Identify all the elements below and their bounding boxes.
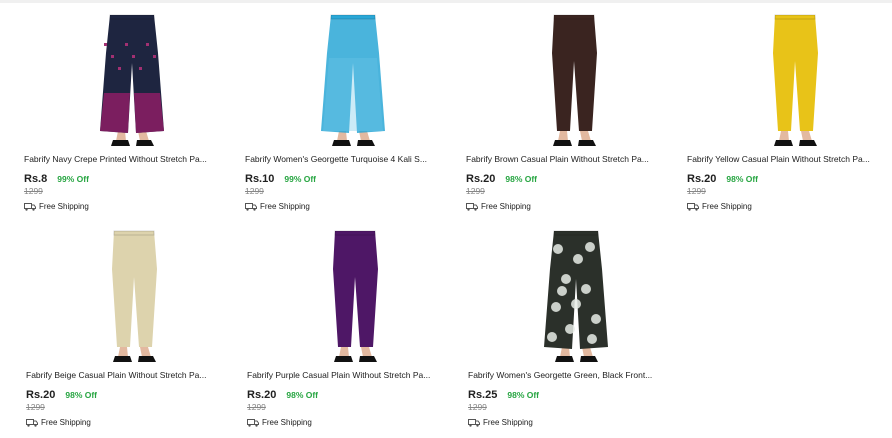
product-card[interactable]: Fabrify Purple Casual Plain Without Stre…: [245, 219, 460, 431]
pant-shape: [773, 15, 818, 131]
product-title[interactable]: Fabrify Navy Crepe Printed Without Stret…: [24, 154, 224, 164]
product-price: Rs.20: [687, 173, 717, 185]
discount-badge: 98% Off: [726, 174, 759, 184]
truck-icon: [245, 202, 257, 211]
shipping-label: Free Shipping: [483, 418, 533, 427]
price-row: Rs.25 98% Off: [468, 385, 539, 403]
product-image[interactable]: [466, 229, 681, 365]
price-row: Rs.10 99% Off: [245, 169, 316, 187]
product-card[interactable]: Fabrify Beige Casual Plain Without Stret…: [24, 219, 239, 431]
product-card[interactable]: Fabrify Brown Casual Plain Without Stret…: [464, 3, 679, 215]
truck-icon: [26, 418, 38, 427]
discount-badge: 99% Off: [57, 174, 89, 184]
pant-shape: [333, 231, 378, 347]
truck-icon: [687, 202, 699, 211]
product-title[interactable]: Fabrify Women's Georgette Green, Black F…: [468, 370, 668, 380]
product-image[interactable]: [464, 13, 679, 149]
discount-badge: 98% Off: [507, 390, 540, 400]
price-row: Rs.20 98% Off: [247, 385, 318, 403]
shipping-info: Free Shipping: [26, 418, 91, 427]
original-price: 1299: [24, 186, 43, 196]
shipping-label: Free Shipping: [702, 202, 752, 211]
discount-badge: 98% Off: [286, 390, 319, 400]
shipping-info: Free Shipping: [247, 418, 312, 427]
truck-icon: [468, 418, 480, 427]
product-image[interactable]: [22, 13, 237, 149]
pant-shape: [552, 15, 597, 131]
discount-badge: 98% Off: [65, 390, 98, 400]
product-price: Rs.25: [468, 389, 498, 401]
product-image[interactable]: [685, 13, 892, 149]
shipping-label: Free Shipping: [39, 202, 89, 211]
shipping-info: Free Shipping: [466, 202, 531, 211]
shipping-label: Free Shipping: [481, 202, 531, 211]
product-card[interactable]: Fabrify Yellow Casual Plain Without Stre…: [685, 3, 892, 215]
original-price: 1299: [687, 186, 706, 196]
price-row: Rs.20 98% Off: [466, 169, 537, 187]
original-price: 1299: [247, 402, 266, 412]
price-row: Rs.20 98% Off: [687, 169, 758, 187]
product-price: Rs.20: [247, 389, 277, 401]
product-image[interactable]: [243, 13, 458, 149]
price-row: Rs.20 98% Off: [26, 385, 97, 403]
original-price: 1299: [466, 186, 485, 196]
product-price: Rs.20: [466, 173, 496, 185]
product-image[interactable]: [245, 229, 460, 365]
product-title[interactable]: Fabrify Women's Georgette Turquoise 4 Ka…: [245, 154, 445, 164]
product-card[interactable]: Fabrify Women's Georgette Turquoise 4 Ka…: [243, 3, 458, 215]
truck-icon: [24, 202, 36, 211]
product-image[interactable]: [24, 229, 239, 365]
original-price: 1299: [26, 402, 45, 412]
shipping-info: Free Shipping: [245, 202, 310, 211]
discount-badge: 99% Off: [284, 174, 317, 184]
product-title[interactable]: Fabrify Purple Casual Plain Without Stre…: [247, 370, 447, 380]
shipping-label: Free Shipping: [260, 202, 310, 211]
product-title[interactable]: Fabrify Yellow Casual Plain Without Stre…: [687, 154, 883, 164]
price-row: Rs.8 99% Off: [24, 169, 89, 187]
discount-badge: 98% Off: [505, 174, 538, 184]
shipping-info: Free Shipping: [687, 202, 752, 211]
shipping-info: Free Shipping: [468, 418, 533, 427]
product-title[interactable]: Fabrify Beige Casual Plain Without Stret…: [26, 370, 226, 380]
truck-icon: [466, 202, 478, 211]
original-price: 1299: [245, 186, 264, 196]
product-card[interactable]: Fabrify Navy Crepe Printed Without Stret…: [22, 3, 237, 215]
product-price: Rs.8: [24, 173, 48, 185]
product-price: Rs.10: [245, 173, 275, 185]
product-price: Rs.20: [26, 389, 56, 401]
pant-shape: [112, 231, 157, 347]
shipping-label: Free Shipping: [41, 418, 91, 427]
shipping-label: Free Shipping: [262, 418, 312, 427]
product-title[interactable]: Fabrify Brown Casual Plain Without Stret…: [466, 154, 666, 164]
product-card[interactable]: Fabrify Women's Georgette Green, Black F…: [466, 219, 681, 431]
original-price: 1299: [468, 402, 487, 412]
truck-icon: [247, 418, 259, 427]
shipping-info: Free Shipping: [24, 202, 89, 211]
